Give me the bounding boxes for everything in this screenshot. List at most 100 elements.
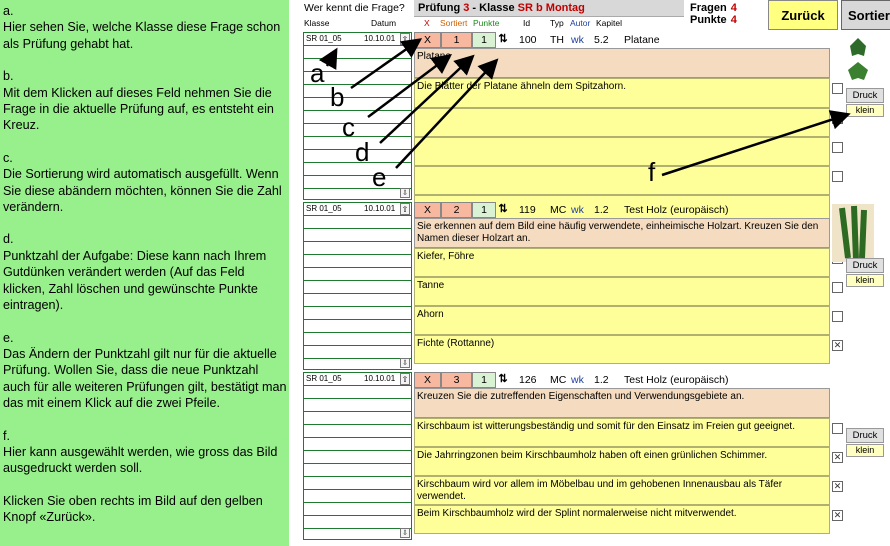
sort-order-field[interactable]: 3 (441, 372, 472, 388)
answer-checkbox[interactable] (832, 142, 843, 153)
callout-b: b (330, 82, 345, 112)
history-empty-row (304, 242, 411, 255)
answer-option: Tanne (414, 277, 830, 306)
history-datum: 10.10.01 (364, 204, 396, 213)
print-button[interactable]: Druck (846, 88, 884, 103)
answer-option (414, 137, 830, 166)
history-empty-row (304, 307, 411, 320)
apply-points-arrows-icon[interactable]: ⇅ (497, 202, 509, 218)
history-datum-header: Datum (371, 18, 397, 28)
question-author: wk (571, 204, 584, 216)
print-size-select[interactable]: klein (846, 274, 884, 287)
history-empty-row (304, 216, 411, 229)
print-button[interactable]: Druck (846, 258, 884, 273)
points-field[interactable]: 1 (472, 32, 496, 48)
select-question-toggle[interactable]: X (414, 372, 441, 388)
history-title: Wer kennt die Frage? (304, 2, 405, 14)
question-author: wk (571, 34, 584, 46)
help-paragraph: e. Das Ändern der Punktzahl gilt nur für… (3, 330, 287, 411)
history-header: Wer kennt die Frage? Klasse Datum (303, 0, 412, 31)
question-topic: Test Holz (europäisch) (624, 204, 729, 216)
question-meta-row: X 2 1 ⇅ 119 MC wk 1.2 Test Holz (europäisch) (414, 202, 830, 218)
history-row: SR 01_05 10.10.01 ⇧ (304, 373, 411, 386)
points-field[interactable]: 1 (472, 372, 496, 388)
answer-checkbox[interactable]: ✕ (832, 510, 843, 521)
answer-checkbox[interactable] (832, 113, 843, 124)
points-field[interactable]: 1 (472, 202, 496, 218)
scroll-down-icon[interactable]: ⇩ (400, 528, 410, 538)
help-paragraph: c. Die Sortierung wird automatisch ausge… (3, 150, 282, 215)
select-question-toggle[interactable]: X (414, 202, 441, 218)
question-chapter: 5.2 (594, 34, 609, 46)
history-klasse: SR 01_05 (306, 204, 342, 213)
wood-sample-image (830, 204, 874, 262)
sort-order-field[interactable]: 2 (441, 202, 472, 218)
scroll-down-icon[interactable]: ⇩ (400, 358, 410, 368)
sort-order-field[interactable]: 1 (441, 32, 472, 48)
sort-button[interactable]: Sortier (841, 0, 890, 30)
col-punkte: Punkte (473, 18, 500, 28)
answer-checkbox[interactable]: ✕ (832, 481, 843, 492)
leaf-image (830, 34, 874, 80)
fragen-label: Fragen (690, 2, 727, 14)
history-datum: 10.10.01 (364, 34, 396, 43)
punkte-label: Punkte (690, 14, 727, 26)
answer-option (414, 108, 830, 137)
history-empty-row (304, 386, 411, 399)
history-empty-row (304, 516, 411, 529)
question-topic: Platane (624, 34, 660, 46)
question-block: X 3 1 ⇅ 126 MC wk 1.2 Test Holz (europäisch) Kreu… (414, 372, 843, 534)
question-chapter: 1.2 (594, 204, 609, 216)
scroll-up-icon[interactable]: ⇧ (400, 373, 410, 385)
answer-option: Beim Kirschbaumholz wird der Splint norm… (414, 505, 830, 534)
answer-checkbox[interactable] (832, 423, 843, 434)
history-empty-row (304, 333, 411, 346)
question-type: TH (550, 34, 564, 46)
history-empty-row (304, 176, 411, 189)
question-id: 126 (519, 374, 537, 386)
history-empty-row (304, 281, 411, 294)
history-row: SR 01_05 10.10.01 ⇧ (304, 203, 411, 216)
answer-checkbox[interactable] (832, 311, 843, 322)
back-button[interactable]: Zurück (768, 0, 838, 30)
select-question-toggle[interactable]: X (414, 32, 441, 48)
history-empty-row (304, 477, 411, 490)
answer-option: Ahorn (414, 306, 830, 335)
answer-option: Die Blätter der Platane ähneln dem Spitz… (414, 78, 830, 108)
history-klasse: SR 01_05 (306, 374, 342, 383)
answer-checkbox[interactable]: ✕ (832, 340, 843, 351)
print-size-select[interactable]: klein (846, 444, 884, 457)
history-empty-row (304, 124, 411, 137)
scroll-up-icon[interactable]: ⇧ (400, 33, 410, 45)
exam-header: Prüfung 3 - Klasse SR b Montag (414, 0, 684, 17)
col-sortiert: Sortiert (440, 18, 468, 28)
fragen-count: 4 (730, 2, 737, 14)
history-empty-row (304, 346, 411, 359)
history-row: SR 01_05 10.10.01 ⇧ (304, 33, 411, 46)
apply-points-arrows-icon[interactable]: ⇅ (497, 32, 509, 48)
print-size-select[interactable]: klein (846, 104, 884, 117)
question-text: Kreuzen Sie die zutreffenden Eigenschaft… (414, 388, 830, 418)
scroll-down-icon[interactable]: ⇩ (400, 188, 410, 198)
history-empty-row (304, 438, 411, 451)
question-type: MC (550, 204, 567, 216)
answer-checkbox[interactable] (832, 171, 843, 182)
apply-points-arrows-icon[interactable]: ⇅ (497, 372, 509, 388)
history-klasse: SR 01_05 (306, 34, 342, 43)
callout-e: e (372, 162, 387, 192)
question-author: wk (571, 374, 584, 386)
print-button[interactable]: Druck (846, 428, 884, 443)
answer-checkbox[interactable] (832, 282, 843, 293)
question-meta-row: X 1 1 ⇅ 100 TH wk 5.2 Platane (414, 32, 830, 48)
history-empty-row (304, 294, 411, 307)
answer-checkbox[interactable]: ✕ (832, 452, 843, 463)
callout-d: d (355, 137, 370, 167)
col-x: X (424, 18, 430, 28)
history-klasse-header: Klasse (304, 18, 330, 28)
scroll-up-icon[interactable]: ⇧ (400, 203, 410, 215)
history-empty-row (304, 268, 411, 281)
history-list: SR 01_05 10.10.01 ⇧ ⇩ (303, 202, 412, 370)
column-headers: X Sortiert Punkte Id Typ Autor Kapitel (414, 17, 684, 30)
exam-class-label: - Klasse (472, 2, 518, 14)
question-chapter: 1.2 (594, 374, 609, 386)
